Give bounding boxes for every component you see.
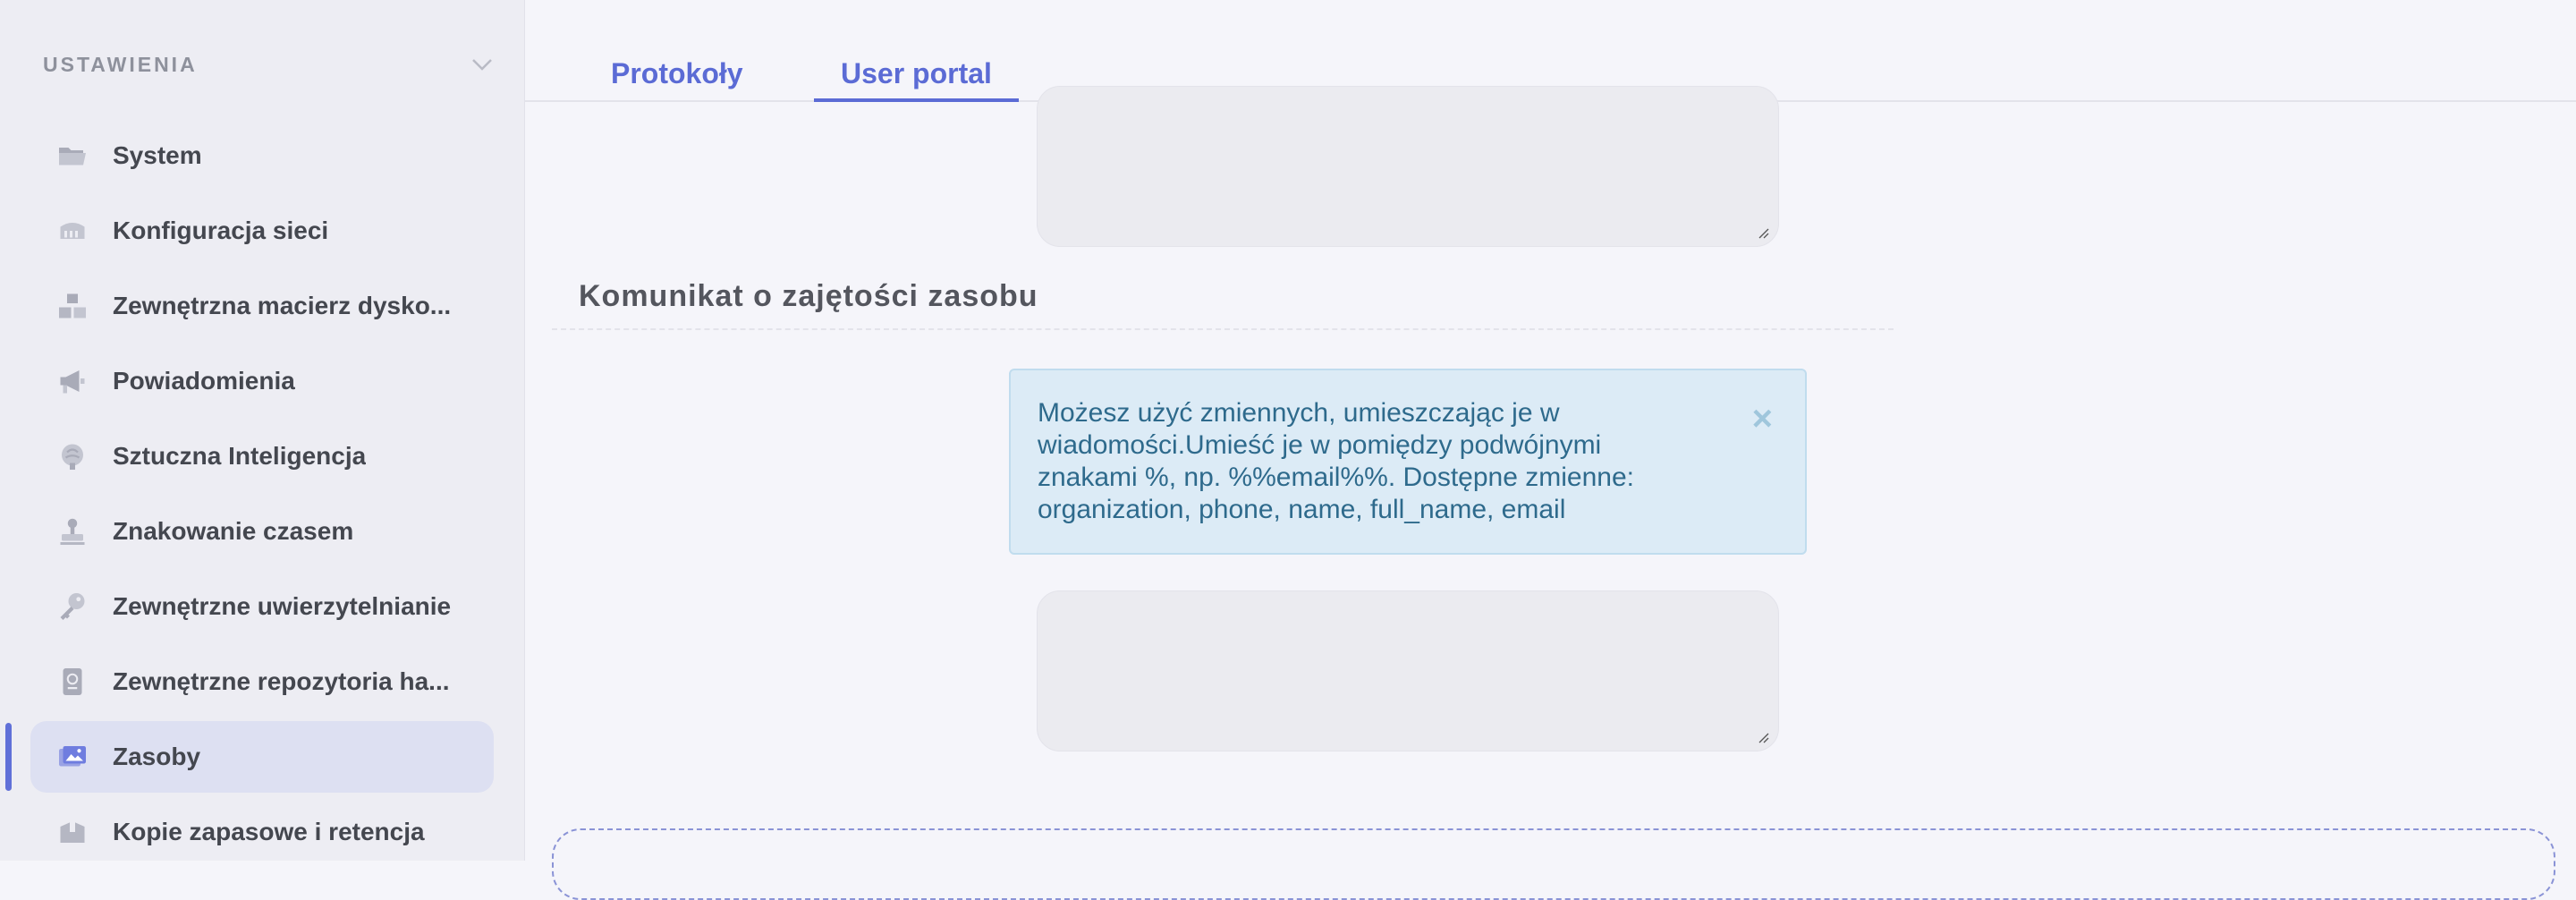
sidebar-item-label: Konfiguracja sieci: [113, 217, 329, 244]
resize-grip-icon[interactable]: [1755, 729, 1769, 743]
sidebar-item-label: Zasoby: [113, 743, 201, 770]
brain-icon: [55, 439, 89, 473]
sidebar-item-external-auth[interactable]: Zewnętrzne uwierzytelnianie: [30, 571, 494, 642]
dropzone-panel[interactable]: [552, 828, 2555, 900]
main-content: Protokoły User portal Komunikat o zajęto…: [525, 0, 2576, 900]
sidebar-header[interactable]: USTAWIENIA: [43, 47, 496, 82]
sidebar-item-external-storage[interactable]: Zewnętrzna macierz dysko...: [30, 270, 494, 342]
message-textarea-upper[interactable]: [1037, 86, 1779, 247]
sidebar-item-label: Zewnętrzna macierz dysko...: [113, 292, 452, 319]
key-icon: [55, 590, 89, 624]
sidebar-item-backups[interactable]: Kopie zapasowe i retencja: [30, 796, 494, 868]
sidebar-item-system[interactable]: System: [30, 120, 494, 191]
sidebar-item-network-config[interactable]: Konfiguracja sieci: [30, 195, 494, 267]
sidebar-item-label: System: [113, 141, 202, 169]
section-title: Komunikat o zajętości zasobu: [579, 279, 1038, 313]
sidebar-item-resources[interactable]: Zasoby: [5, 721, 494, 793]
close-icon[interactable]: ×: [1752, 401, 1773, 437]
resource-busy-message-textarea[interactable]: [1037, 590, 1779, 751]
section-divider: [552, 328, 1894, 330]
sidebar-item-label: Powiadomienia: [113, 367, 295, 395]
sidebar-item-timestamping[interactable]: Znakowanie czasem: [30, 496, 494, 567]
sidebar-item-label: Znakowanie czasem: [113, 517, 354, 545]
network-port-icon: [55, 214, 89, 248]
chevron-down-icon[interactable]: [469, 51, 496, 78]
sidebar-item-label: Sztuczna Inteligencja: [113, 442, 367, 470]
tab-user-portal[interactable]: User portal: [814, 48, 1019, 102]
stamp-icon: [55, 514, 89, 548]
sidebar-title: USTAWIENIA: [43, 52, 198, 76]
variables-info-alert: Możesz użyć zmiennych, umieszczając je w…: [1009, 369, 1807, 555]
settings-sidebar: USTAWIENIA System Konfiguracja sieci Zew…: [0, 0, 525, 861]
sidebar-item-notifications[interactable]: Powiadomienia: [30, 345, 494, 417]
alert-text: Możesz użyć zmiennych, umieszczając je w…: [1038, 398, 1634, 524]
folder-icon: [55, 139, 89, 173]
boxes-icon: [55, 289, 89, 323]
sidebar-item-label: Kopie zapasowe i retencja: [113, 818, 425, 845]
sidebar-item-external-repos[interactable]: Zewnętrzne repozytoria ha...: [30, 646, 494, 717]
resize-grip-icon[interactable]: [1755, 225, 1769, 239]
megaphone-icon: [55, 364, 89, 398]
sidebar-item-label: Zewnętrzne uwierzytelnianie: [113, 592, 452, 620]
sidebar-item-ai[interactable]: Sztuczna Inteligencja: [30, 420, 494, 492]
passport-icon: [55, 665, 89, 699]
sidebar-item-label: Zewnętrzne repozytoria ha...: [113, 667, 450, 695]
image-gallery-icon: [55, 740, 89, 774]
archive-box-icon: [55, 815, 89, 849]
sidebar-menu: System Konfiguracja sieci Zewnętrzna mac…: [0, 120, 524, 871]
tab-protocols[interactable]: Protokoły: [584, 48, 770, 98]
